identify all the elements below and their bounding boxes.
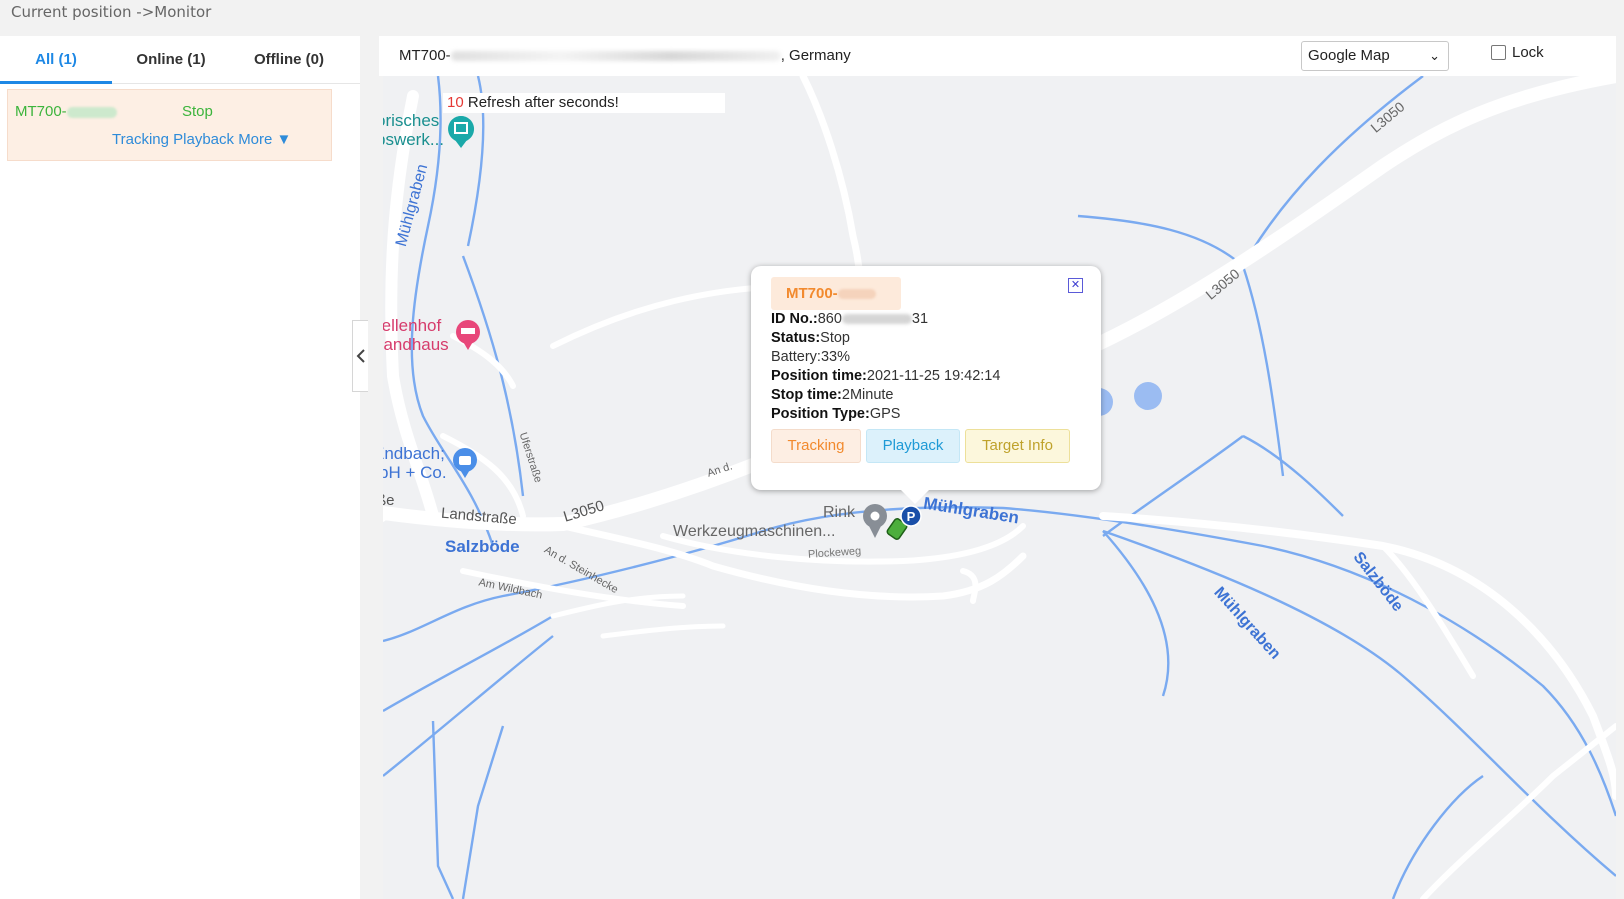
position-time-row: Position time:2021-11-25 19:42:14 <box>771 367 1000 386</box>
stop-time-label: Stop time: <box>771 387 842 403</box>
app-root: Current position ->Monitor All (1) Onlin… <box>0 0 1624 899</box>
stop-time-row: Stop time:2Minute <box>771 386 1000 405</box>
position-type-value: GPS <box>869 406 901 422</box>
vehicle-parked-icon[interactable]: P <box>886 505 922 540</box>
tab-all[interactable]: All (1) <box>0 36 112 84</box>
pond-marker <box>1134 382 1162 410</box>
map-type-value: Google Map <box>1308 47 1390 64</box>
map-label: Landhaus <box>383 335 449 354</box>
map-label: rellenhof <box>383 316 442 335</box>
target-info-button[interactable]: Target Info <box>965 429 1070 463</box>
status-value: Stop <box>820 330 850 346</box>
device-name-link[interactable]: MT700- <box>15 103 117 120</box>
chevron-down-icon: ⌄ <box>1429 48 1440 63</box>
address-suffix: , Germany <box>780 47 851 64</box>
playback-link[interactable]: Playback <box>173 131 234 148</box>
refresh-text: Refresh after seconds! <box>467 94 619 111</box>
tracking-button[interactable]: Tracking <box>771 429 861 463</box>
device-info-popup: MT700- ✕ ID No.:860 31 Status:Stop Batter… <box>751 266 1101 504</box>
lock-label: Lock <box>1512 44 1544 61</box>
map-label: ße <box>383 492 395 509</box>
map-label: bswerk... <box>383 130 445 149</box>
device-address: MT700- , Germany <box>399 47 851 64</box>
position-type-row: Position Type:GPS <box>771 405 1000 424</box>
lock-checkbox[interactable] <box>1491 45 1506 60</box>
breadcrumb: Current position ->Monitor <box>11 3 212 21</box>
status-tabs: All (1) Online (1) Offline (0) <box>0 36 360 84</box>
status-row: Status:Stop <box>771 329 1000 348</box>
more-link[interactable]: More ▼ <box>238 131 291 148</box>
map-type-select[interactable]: Google Map ⌄ <box>1301 41 1449 71</box>
id-end: 31 <box>911 311 929 327</box>
map-label: bH + Co. <box>383 463 447 482</box>
redacted-id <box>66 106 117 118</box>
refresh-countdown: 10 Refresh after seconds! <box>443 93 725 113</box>
hotel-icon[interactable] <box>456 320 480 350</box>
position-time-label: Position time: <box>771 368 867 384</box>
close-icon[interactable]: ✕ <box>1068 278 1083 293</box>
id-row: ID No.:860 31 <box>771 310 1000 329</box>
location-pin-icon[interactable] <box>863 504 887 538</box>
museum-icon[interactable] <box>448 116 475 152</box>
status-label: Status: <box>771 330 821 346</box>
map-label: orisches <box>383 111 440 130</box>
map-header: MT700- , Germany Google Map ⌄ Lock <box>379 36 1616 76</box>
lock-toggle[interactable]: Lock <box>1491 44 1544 61</box>
tab-offline[interactable]: Offline (0) <box>230 36 348 84</box>
chevron-left-icon <box>356 349 365 363</box>
popup-details: ID No.:860 31 Status:Stop Battery:33% Pos… <box>771 310 1000 424</box>
tab-online[interactable]: Online (1) <box>113 36 229 84</box>
device-name: MT700- <box>15 103 67 120</box>
redacted-id <box>841 314 912 325</box>
device-panel: All (1) Online (1) Offline (0) MT700- St… <box>0 36 360 899</box>
device-list-item[interactable]: MT700- Stop Tracking Playback More ▼ <box>7 89 332 161</box>
map-canvas[interactable]: P orisches bswerk... Mühlgraben rellenho… <box>383 76 1616 899</box>
device-status: Stop <box>182 103 213 120</box>
position-time-value: 2021-11-25 19:42:14 <box>866 368 1001 384</box>
id-label: ID No.: <box>771 311 818 327</box>
map-label: Endbach; <box>383 444 445 463</box>
position-type-label: Position Type: <box>771 406 870 422</box>
popup-device-name-text: MT700- <box>786 285 838 302</box>
popup-device-name: MT700- <box>771 277 901 310</box>
refresh-seconds: 10 <box>447 94 464 111</box>
address-prefix: MT700- <box>399 47 451 64</box>
playback-button[interactable]: Playback <box>866 429 960 463</box>
id-start: 860 <box>817 311 842 327</box>
map-label: Rink <box>823 504 856 521</box>
map-label: Werkzeugmaschinen... <box>673 523 836 540</box>
collapse-panel-button[interactable] <box>352 320 368 392</box>
svg-text:P: P <box>907 509 916 524</box>
map-label: Salzböde <box>445 537 520 556</box>
battery-row: Battery:33% <box>771 349 850 365</box>
stop-time-value: 2Minute <box>841 387 894 403</box>
device-actions: Tracking Playback More ▼ <box>112 131 291 148</box>
tracking-link[interactable]: Tracking <box>112 131 169 148</box>
redacted-id <box>837 289 876 300</box>
redacted-address <box>450 51 781 62</box>
